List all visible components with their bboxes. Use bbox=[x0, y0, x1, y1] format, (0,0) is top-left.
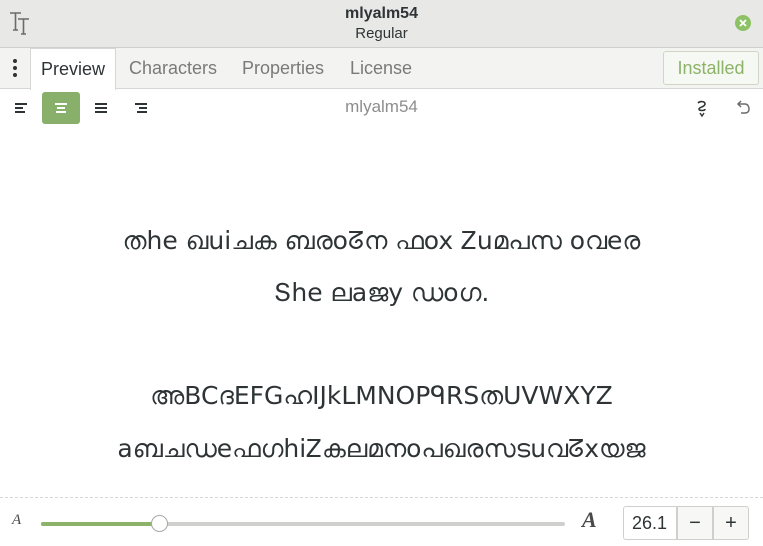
slider-handle[interactable] bbox=[150, 515, 168, 532]
font-preview-area: തhe ഖuiചക ബരoᘔന ഫox Ꮓuമപസ oവeര Տhe ലaജy … bbox=[0, 127, 763, 497]
preview-font-name: mlyalm54 bbox=[345, 97, 418, 116]
text-sample-icon bbox=[697, 100, 706, 118]
slider-fill bbox=[41, 522, 159, 526]
window-subtitle: Regular bbox=[355, 25, 408, 42]
preview-toolbar: mlyalm54 bbox=[0, 89, 763, 127]
more-dot-icon bbox=[13, 59, 17, 63]
more-dot-icon bbox=[13, 66, 17, 70]
sample-text-button[interactable] bbox=[693, 98, 713, 118]
title-bar: mlyalm54 Regular bbox=[0, 0, 763, 48]
preview-line: തhe ഖuiചക ബരoᘔന ഫox Ꮓuമപസ oവeര bbox=[122, 226, 641, 255]
window-title-group: mlyalm54 Regular bbox=[0, 4, 763, 43]
reset-button[interactable] bbox=[733, 98, 753, 118]
increase-size-button[interactable]: + bbox=[713, 506, 749, 540]
window-title: mlyalm54 bbox=[345, 5, 418, 22]
font-size-slider[interactable] bbox=[41, 515, 565, 532]
tab-label: Properties bbox=[242, 58, 325, 78]
preview-line: Տhe ലaജy ഡoഗ. bbox=[273, 278, 490, 307]
preview-line: അBCദEFGഹIJkLMNOPᑫRSതUVWXYZ bbox=[150, 381, 613, 410]
font-size-large-icon: A bbox=[582, 507, 597, 532]
tab-bar: Preview Characters Properties License In… bbox=[0, 48, 763, 90]
undo-icon bbox=[736, 100, 750, 114]
menu-button[interactable] bbox=[4, 56, 26, 80]
font-size-input[interactable]: 26.1 bbox=[623, 506, 677, 540]
tab-label: License bbox=[350, 58, 413, 78]
tab-label: Preview bbox=[41, 59, 106, 79]
tab-label: Characters bbox=[129, 58, 218, 78]
close-icon bbox=[739, 19, 747, 27]
tab-license[interactable]: License bbox=[350, 48, 412, 89]
tab-preview[interactable]: Preview bbox=[30, 48, 117, 90]
tab-characters[interactable]: Characters bbox=[129, 48, 217, 89]
tab-properties[interactable]: Properties bbox=[242, 48, 324, 89]
decrease-size-button[interactable]: − bbox=[677, 506, 713, 540]
preview-line: aബചഡeഫഗhiᏃകലമനoപഖരസടuവᘔxയജ bbox=[117, 434, 646, 463]
more-dot-icon bbox=[13, 73, 17, 77]
size-bar: A A 26.1 − + bbox=[0, 497, 763, 546]
font-size-small-icon: A bbox=[12, 512, 22, 528]
close-button[interactable] bbox=[735, 15, 751, 31]
installed-button[interactable]: Installed bbox=[663, 51, 759, 85]
